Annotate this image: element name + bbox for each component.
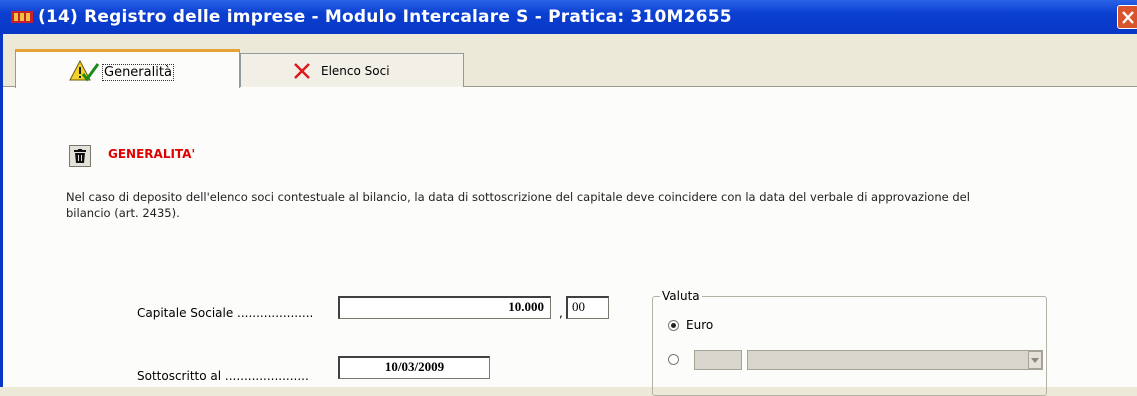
title-bar: (14) Registro delle imprese - Modulo Int… <box>0 0 1137 34</box>
radio-euro-dot <box>671 323 676 328</box>
chevron-down-icon <box>1031 358 1039 363</box>
tab-generalita[interactable]: Generalità <box>15 49 240 88</box>
red-x-icon <box>293 62 311 84</box>
valuta-groupbox <box>652 296 1047 396</box>
section-title: GENERALITA' <box>108 147 196 161</box>
sottoscritto-date-input[interactable]: 10/03/2009 <box>338 356 490 379</box>
close-icon <box>1122 11 1134 24</box>
capitale-sociale-input[interactable]: 10.000 <box>338 296 551 319</box>
capitale-decimals-input[interactable]: 00 <box>566 296 609 319</box>
trash-icon <box>74 149 86 163</box>
window-title: (14) Registro delle imprese - Modulo Int… <box>38 7 732 27</box>
warning-check-icon <box>69 59 100 86</box>
currency-dropdown-button <box>1028 351 1042 369</box>
tab-elenco-soci-label: Elenco Soci <box>321 64 390 78</box>
radio-euro[interactable] <box>668 320 679 331</box>
valuta-title: Valuta <box>660 289 702 303</box>
radio-other-currency[interactable] <box>668 354 679 365</box>
radio-euro-label: Euro <box>686 318 714 332</box>
app-icon <box>11 9 33 25</box>
close-button[interactable] <box>1117 5 1137 29</box>
capitale-sociale-label: Capitale Sociale .................... <box>137 306 314 320</box>
sottoscritto-label: Sottoscritto al ...................... <box>137 369 309 383</box>
decimal-comma: , <box>559 306 563 320</box>
currency-code-input <box>694 350 742 370</box>
tab-elenco-soci[interactable]: Elenco Soci <box>240 53 464 87</box>
info-text: Nel caso di deposito dell'elenco soci co… <box>66 190 970 220</box>
tab-generalita-label: Generalità <box>102 64 174 81</box>
delete-button[interactable] <box>69 145 91 167</box>
currency-select <box>747 350 1043 370</box>
